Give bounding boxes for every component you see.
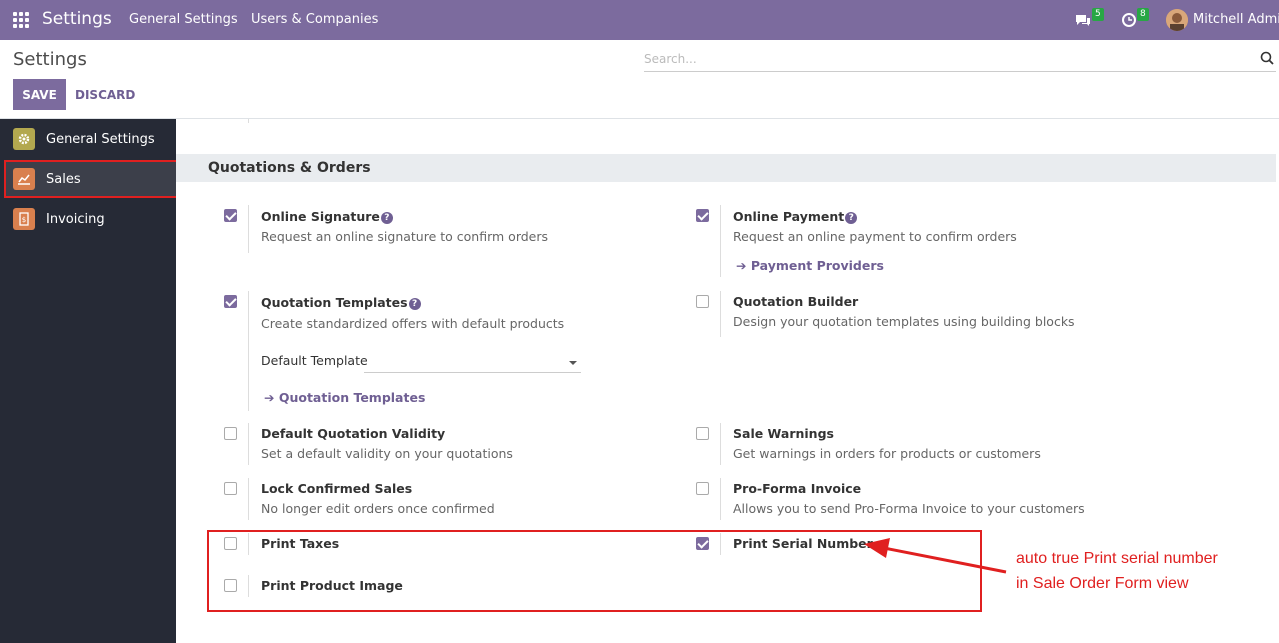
help-icon[interactable]: ? [845,212,858,224]
sidebar-item-label: Sales [46,171,81,187]
quotation-templates-desc: Create standardized offers with default … [261,316,565,331]
divider [720,291,721,337]
divider [248,575,249,597]
activity-badge: 8 [1137,8,1149,21]
online-payment-checkbox[interactable] [696,209,709,222]
online-signature-checkbox[interactable] [224,209,237,222]
sale-warnings-title: Sale Warnings [733,426,834,441]
default-template-select[interactable] [364,353,581,373]
page-title: Settings [13,49,87,70]
quotation-templates-title: Quotation Templates? [261,295,421,310]
proforma-desc: Allows you to send Pro-Forma Invoice to … [733,501,1085,516]
divider [720,423,721,465]
annotation-line-1: auto true Print serial number [1016,550,1218,567]
activity-clock-icon[interactable] [1121,11,1137,31]
default-validity-title: Default Quotation Validity [261,426,446,441]
print-image-title: Print Product Image [261,578,403,593]
user-name[interactable]: Mitchell Admin [1193,12,1279,27]
user-avatar[interactable] [1166,9,1188,31]
chevron-down-icon [569,361,577,365]
quotation-templates-checkbox[interactable] [224,295,237,308]
annotation-arrow-icon [864,538,1007,574]
invoice-icon: $ [13,208,35,230]
search-icon[interactable] [1260,50,1274,69]
chat-badge: 5 [1092,8,1104,21]
nav-users-companies[interactable]: Users & Companies [251,12,378,27]
divider [720,478,721,520]
help-icon[interactable]: ? [408,298,421,310]
print-image-checkbox[interactable] [224,579,237,592]
print-taxes-checkbox[interactable] [224,537,237,550]
lock-confirmed-checkbox[interactable] [224,482,237,495]
arrow-right-icon: ➔ [264,390,279,405]
divider [248,205,249,253]
save-button[interactable]: SAVE [13,79,66,110]
online-signature-desc: Request an online signature to confirm o… [261,229,549,244]
lock-confirmed-title: Lock Confirmed Sales [261,481,413,496]
sidebar-item-invoicing[interactable]: $ Invoicing [0,199,176,239]
quotation-builder-checkbox[interactable] [696,295,709,308]
divider [720,205,721,277]
divider [248,291,249,411]
sale-warnings-checkbox[interactable] [696,427,709,440]
sale-warnings-desc: Get warnings in orders for products or c… [733,446,1041,461]
proforma-checkbox[interactable] [696,482,709,495]
divider [248,478,249,520]
nav-general-settings[interactable]: General Settings [129,12,238,27]
search-box [644,48,1276,72]
chart-icon [13,168,35,190]
print-serial-title: Print Serial Number [733,536,873,551]
app-brand[interactable]: Settings [42,9,112,29]
online-signature-title: Online Signature? [261,209,393,224]
sidebar-item-general-settings[interactable]: General Settings [0,119,176,159]
annotation-line-2: in Sale Order Form view [1016,575,1189,592]
divider [720,533,721,555]
default-template-label: Default Template [261,353,368,368]
svg-text:$: $ [22,216,26,224]
proforma-title: Pro-Forma Invoice [733,481,862,496]
quotation-builder-desc: Design your quotation templates using bu… [733,314,1075,329]
apps-menu-icon[interactable] [13,12,29,28]
divider [248,423,249,465]
search-input[interactable] [644,48,1244,70]
settings-sidebar: General Settings Sales $ Invoicing [0,119,178,643]
default-validity-desc: Set a default validity on your quotation… [261,446,513,461]
control-panel: Settings SAVE DISCARD [0,40,1279,119]
discard-button[interactable]: DISCARD [75,79,135,110]
payment-providers-link[interactable]: ➔ Payment Providers [736,258,884,273]
print-serial-checkbox[interactable] [696,537,709,550]
arrow-right-icon: ➔ [736,258,751,273]
sidebar-item-label: General Settings [46,131,155,147]
chat-icon[interactable] [1074,11,1092,33]
lock-confirmed-desc: No longer edit orders once confirmed [261,501,495,516]
help-icon[interactable]: ? [380,212,393,224]
sidebar-item-label: Invoicing [46,211,105,227]
online-payment-desc: Request an online payment to confirm ord… [733,229,1017,244]
default-validity-checkbox[interactable] [224,427,237,440]
section-title: Quotations & Orders [176,154,1276,182]
top-navbar: Settings General Settings Users & Compan… [0,0,1279,40]
divider [248,119,249,123]
divider [248,533,249,555]
online-payment-title: Online Payment? [733,209,858,224]
gear-icon [13,128,35,150]
print-taxes-title: Print Taxes [261,536,340,551]
quotation-builder-title: Quotation Builder [733,294,859,309]
settings-content: Quotations & Orders Online Signature? Re… [176,119,1279,643]
sidebar-item-sales[interactable]: Sales [4,160,178,198]
quotation-templates-link[interactable]: ➔ Quotation Templates [264,390,425,405]
